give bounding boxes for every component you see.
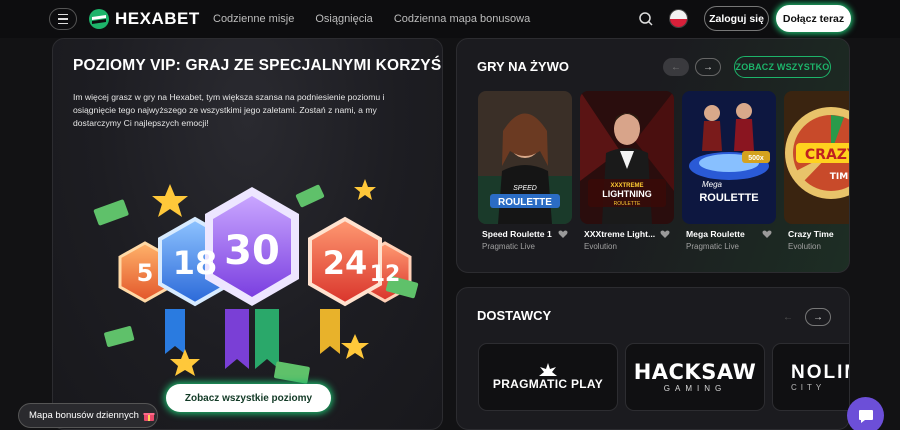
game-art-label: TIME: [830, 172, 850, 182]
brand-name: HEXABET: [115, 9, 200, 28]
game-provider: Evolution: [584, 242, 617, 251]
daily-bonus-map-button[interactable]: Mapa bonusów dziennych: [18, 403, 158, 428]
vip-levels-panel: POZIOMY VIP: GRAJ ZE SPECJALNYMI KORZYŚC…: [52, 38, 443, 430]
game-art-title: LIGHTNING: [602, 189, 652, 199]
game-art-label: SPEED: [513, 185, 537, 192]
provider-name: HACKSAW: [633, 359, 757, 384]
game-card[interactable]: SPEED ROULETTE Speed Roulette 1 Pragmati…: [478, 91, 572, 261]
game-thumbnail: SPEED ROULETTE: [478, 91, 572, 224]
poland-flag-icon[interactable]: [669, 9, 688, 28]
badge-number-5: 5: [137, 259, 154, 287]
game-card[interactable]: XXXTREME LIGHTNING ROULETTE XXXtreme Lig…: [580, 91, 674, 261]
providers-next-arrow-icon[interactable]: →: [805, 308, 831, 326]
game-name: XXXtreme Light...: [584, 229, 656, 239]
game-art-badge: 500x: [748, 155, 764, 162]
game-art-title: CRAZY: [805, 147, 850, 163]
hexabet-logo-icon: [89, 9, 109, 29]
nav-daily-bonus-map[interactable]: Codzienna mapa bonusowa: [394, 13, 530, 25]
provider-name: NOLIMIT: [791, 361, 849, 383]
vip-description: Im więcej grasz w gry na Hexabet, tym wi…: [73, 92, 385, 128]
game-name: Speed Roulette 1: [482, 229, 552, 239]
game-art-title: ROULETTE: [498, 197, 552, 208]
search-icon[interactable]: [638, 11, 654, 27]
provider-name: PRAGMATIC PLAY: [492, 377, 604, 391]
favorite-heart-icon[interactable]: [558, 229, 568, 239]
game-card[interactable]: CRAZY TIME Crazy Time Evolution: [784, 91, 850, 261]
favorite-heart-icon[interactable]: [660, 229, 670, 239]
game-art-sub: ROULETTE: [614, 201, 641, 207]
nav-achievements[interactable]: Osiągnięcia: [315, 13, 372, 25]
live-prev-arrow-icon[interactable]: ←: [663, 58, 689, 76]
live-games-panel: GRY NA ŻYWO ← → ZOBACZ WSZYSTKO SPEED RO…: [456, 38, 850, 273]
game-provider: Pragmatic Live: [482, 242, 535, 251]
game-art-title: ROULETTE: [699, 192, 758, 204]
game-art-label: Mega: [702, 180, 723, 189]
providers-title: DOSTAWCY: [477, 308, 552, 323]
live-games-title: GRY NA ŻYWO: [477, 59, 569, 74]
game-thumbnail: CRAZY TIME: [784, 91, 850, 224]
provider-sub: GAMING: [663, 383, 727, 393]
game-name: Mega Roulette: [686, 229, 745, 239]
bonus-map-label: Mapa bonusów dziennych: [29, 410, 139, 421]
providers-panel: DOSTAWCY ← → PRAGMATIC PLAY HACKSAW GAMI…: [456, 287, 850, 430]
vip-title: POZIOMY VIP: GRAJ ZE SPECJALNYMI KORZYŚC…: [73, 57, 442, 74]
gift-icon: [143, 412, 155, 421]
game-provider: Pragmatic Live: [686, 242, 739, 251]
game-thumbnail: XXXTREME LIGHTNING ROULETTE: [580, 91, 674, 224]
join-button[interactable]: Dołącz teraz: [776, 5, 851, 32]
pragmatic-play-logo-icon: [539, 363, 557, 376]
brand-logo[interactable]: HEXABET: [88, 8, 200, 30]
live-games-carousel: SPEED ROULETTE Speed Roulette 1 Pragmati…: [478, 91, 850, 261]
game-provider: Evolution: [788, 242, 821, 251]
live-next-arrow-icon[interactable]: →: [695, 58, 721, 76]
favorite-heart-icon[interactable]: [762, 229, 772, 239]
login-button[interactable]: Zaloguj się: [704, 6, 769, 31]
badge-number-12: 12: [370, 262, 401, 287]
provider-card-pragmatic-play[interactable]: PRAGMATIC PLAY: [478, 343, 618, 411]
game-card[interactable]: 500x Mega ROULETTE Mega Roulette Pragmat…: [682, 91, 776, 261]
game-name: Crazy Time: [788, 229, 834, 239]
top-bar: HEXABET Codzienne misje Osiągnięcia Codz…: [0, 0, 900, 38]
live-see-all-button[interactable]: ZOBACZ WSZYSTKO: [734, 56, 831, 78]
providers-prev-arrow-icon[interactable]: ←: [775, 308, 801, 326]
provider-sub: CITY: [791, 382, 826, 392]
vip-badges-illustration: 5 18 30 24 12: [93, 179, 419, 384]
main-nav: Codzienne misje Osiągnięcia Codzienna ma…: [213, 13, 551, 25]
see-all-levels-button[interactable]: Zobacz wszystkie poziomy: [166, 384, 331, 412]
nav-daily-missions[interactable]: Codzienne misje: [213, 13, 294, 25]
chat-bubble-icon[interactable]: [847, 397, 884, 430]
provider-card-nolimit-city[interactable]: NOLIMIT CITY: [772, 343, 849, 411]
badge-number-30: 30: [224, 228, 280, 274]
badge-number-18: 18: [173, 244, 218, 282]
game-thumbnail: 500x Mega ROULETTE: [682, 91, 776, 224]
badge-number-24: 24: [323, 244, 368, 282]
menu-icon[interactable]: [49, 8, 77, 30]
provider-card-hacksaw[interactable]: HACKSAW GAMING: [625, 343, 765, 411]
